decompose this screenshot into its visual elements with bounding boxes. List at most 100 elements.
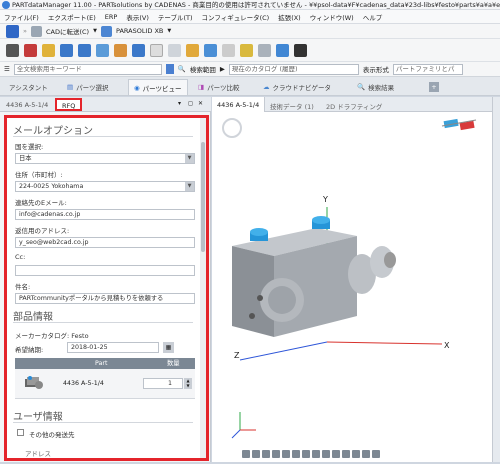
- view-icon-2[interactable]: [252, 450, 260, 458]
- table-row: 4436 A-5-1/4 1 ▲ ▼: [15, 369, 195, 399]
- tab-rfq[interactable]: RFQ: [55, 98, 83, 111]
- info-icon[interactable]: [294, 43, 307, 57]
- scrollbar-thumb[interactable]: [201, 142, 205, 252]
- toolbar-tools: [0, 39, 500, 62]
- cad-transfer-button[interactable]: CADに転送(C): [46, 26, 89, 36]
- tab-part-compare[interactable]: ◨ パーツ比較: [193, 79, 245, 95]
- restore-icon[interactable]: ◻: [188, 100, 193, 107]
- settings-icon[interactable]: [168, 43, 181, 57]
- chevron-down-icon[interactable]: ▼: [167, 28, 171, 34]
- tools-icon[interactable]: [186, 43, 199, 57]
- tab-technical-data[interactable]: 技術データ (1): [270, 101, 314, 111]
- user-info-title: ユーザ情報: [13, 412, 63, 423]
- measure-icon[interactable]: [332, 450, 340, 458]
- measure-icon[interactable]: [204, 43, 217, 57]
- other-recipient-label: その他の発送先: [29, 431, 75, 439]
- view-icon-4[interactable]: [272, 450, 280, 458]
- stepper-arrows-icon[interactable]: ▲ ▼: [184, 378, 192, 389]
- tab-part-view[interactable]: ◉ パーツビュー: [128, 79, 188, 95]
- chevron-down-icon[interactable]: ▼: [185, 182, 194, 191]
- menu-view[interactable]: 表示(V): [126, 12, 149, 22]
- menu-table[interactable]: テーブル(T): [158, 12, 193, 22]
- view-toolbar: [242, 450, 380, 460]
- pen-icon[interactable]: [24, 43, 37, 57]
- calendar-icon[interactable]: ▦: [163, 342, 174, 353]
- tab-part-selection[interactable]: ▤ パーツ選択: [62, 79, 114, 95]
- pan-icon[interactable]: [292, 450, 300, 458]
- folder-icon[interactable]: [42, 43, 55, 57]
- rotate-icon[interactable]: [302, 450, 310, 458]
- erp-icon[interactable]: [6, 24, 19, 38]
- search-scope-select[interactable]: 現在のカタログ (履歴): [228, 63, 359, 75]
- tab-3d-view[interactable]: 4436 A-5-1/4: [212, 97, 266, 112]
- menu-help[interactable]: ヘルプ: [363, 12, 383, 22]
- contact-email-field[interactable]: info@cadenas.co.jp: [15, 209, 195, 220]
- settings-icon[interactable]: [372, 450, 380, 458]
- share-icon[interactable]: [258, 43, 271, 57]
- menu-configurator[interactable]: コンフィギュレータ(C): [202, 12, 270, 22]
- cc-field[interactable]: [15, 265, 195, 276]
- menu-erp[interactable]: ERP: [105, 13, 118, 21]
- cube-icon[interactable]: [78, 43, 91, 57]
- table-icon[interactable]: [150, 43, 163, 57]
- display-format-select[interactable]: パートファミリとパ: [392, 63, 463, 75]
- export-icon[interactable]: [114, 43, 127, 57]
- cad-transfer-icon[interactable]: [30, 25, 42, 37]
- part-name: 4436 A-5-1/4: [63, 380, 104, 387]
- reply-address-field[interactable]: y_seo@web2cad.co.jp: [15, 237, 195, 248]
- chevron-down-icon[interactable]: ▼: [93, 28, 97, 34]
- divider: [13, 422, 193, 423]
- main-tabs: アシスタント ▤ パーツ選択 ◉ パーツビュー ◨ パーツ比較 ☁ クラウドナビ…: [0, 77, 500, 96]
- overflow-chevron-icon[interactable]: »: [23, 27, 27, 35]
- other-recipient-checkbox[interactable]: [17, 429, 24, 436]
- country-select[interactable]: 日本 ▼: [15, 153, 195, 164]
- tab-part-name[interactable]: 4436 A-5-1/4: [6, 101, 48, 109]
- cad-target-select[interactable]: PARASOLID XB: [116, 27, 163, 35]
- 3d-viewport[interactable]: Y X Z: [212, 112, 492, 462]
- view-icon-1[interactable]: [242, 450, 250, 458]
- address-bottom-label: アドレス: [25, 450, 51, 458]
- address-select[interactable]: 224-0025 Yokohama ▼: [15, 181, 195, 192]
- search-icon[interactable]: 🔍: [178, 65, 186, 73]
- quantity-stepper[interactable]: 1: [143, 378, 183, 389]
- fulltext-search-input[interactable]: 全文検索用キーワード: [13, 63, 162, 75]
- 3d-glasses-icon[interactable]: [441, 118, 477, 131]
- explode-icon[interactable]: [362, 450, 370, 458]
- menu-extensions[interactable]: 拡張(X): [278, 12, 301, 22]
- delivery-date-field[interactable]: 2018-01-25: [67, 342, 159, 353]
- pin-icon[interactable]: ▾: [178, 100, 181, 107]
- menu-export[interactable]: エクスポート(E): [48, 12, 96, 22]
- light-icon[interactable]: [342, 450, 350, 458]
- tab-2d-drafting[interactable]: 2D ドラフティング: [326, 101, 382, 111]
- mail-options-title: メールオプション: [13, 126, 93, 137]
- tab-search-results[interactable]: 🔍 検索結果: [352, 79, 399, 95]
- close-icon[interactable]: ✕: [198, 100, 203, 107]
- search-dropdown-icon[interactable]: [165, 64, 174, 74]
- search-options-icon[interactable]: ☰: [4, 65, 10, 73]
- section-icon[interactable]: [322, 450, 330, 458]
- fit-icon[interactable]: [312, 450, 320, 458]
- scrollbar[interactable]: [200, 118, 206, 458]
- grid-icon[interactable]: [6, 43, 19, 57]
- rotation-gizmo-icon[interactable]: [222, 118, 242, 138]
- valve-model[interactable]: [232, 216, 396, 337]
- tab-cloud-navigator[interactable]: ☁ クラウドナビゲータ: [258, 79, 336, 95]
- mini-axis-triad: [231, 412, 256, 439]
- subject-field[interactable]: PARTcommunityポータルから見積もりを依頼する: [15, 293, 195, 304]
- layers-icon[interactable]: [60, 43, 73, 57]
- tab-assistant[interactable]: アシスタント: [4, 79, 53, 95]
- menu-file[interactable]: ファイル(F): [4, 12, 39, 22]
- zoom-icon[interactable]: [282, 450, 290, 458]
- globe-icon[interactable]: [276, 43, 289, 57]
- menu-bar: ファイル(F) エクスポート(E) ERP 表示(V) テーブル(T) コンフィ…: [0, 10, 500, 24]
- filter-icon[interactable]: [222, 43, 235, 57]
- screenshot-icon[interactable]: [352, 450, 360, 458]
- star-icon[interactable]: [240, 43, 253, 57]
- 3d-model-view: Y X Z: [222, 118, 477, 439]
- document-icon[interactable]: [96, 43, 109, 57]
- menu-window[interactable]: ウィンドウ(W): [310, 12, 354, 22]
- chevron-down-icon[interactable]: ▼: [185, 154, 194, 163]
- view-icon-3[interactable]: [262, 450, 270, 458]
- add-tab-button[interactable]: +: [424, 79, 444, 95]
- print-icon[interactable]: [132, 43, 145, 57]
